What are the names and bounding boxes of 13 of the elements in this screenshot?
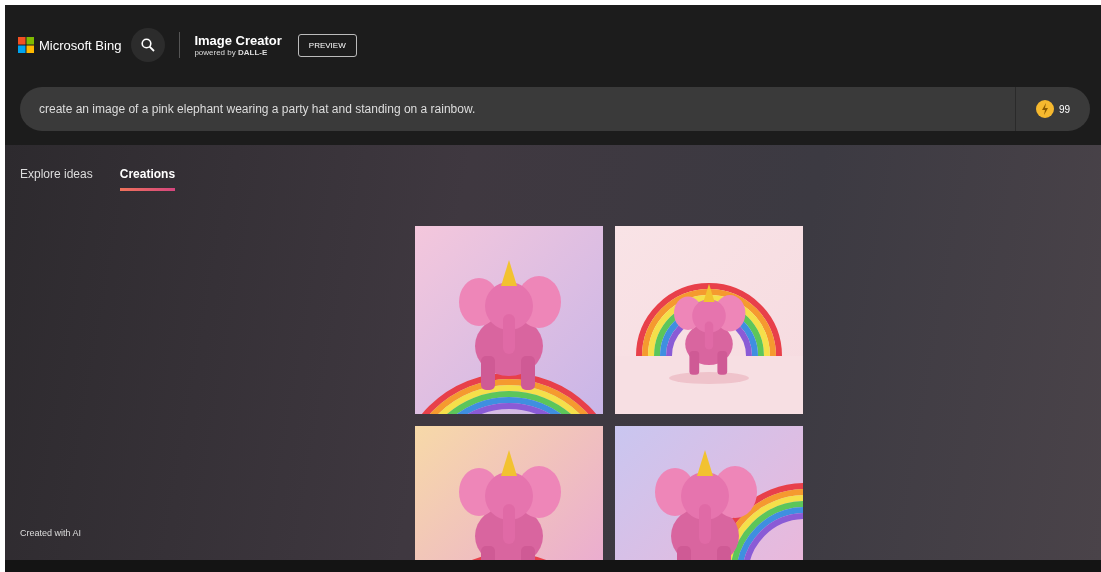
search-icon: [141, 38, 156, 52]
tab[interactable]: Creations: [119, 167, 176, 191]
windows-logo-icon: [18, 37, 34, 53]
search-button[interactable]: [131, 28, 166, 62]
bolt-coin-icon: [1035, 100, 1054, 118]
brand-name[interactable]: Microsoft Bing: [39, 37, 122, 53]
tab[interactable]: Explore ideas: [20, 167, 93, 191]
prompt-field[interactable]: create an image of a pink elephant wearing a party hat and standing on a rainbow. 99: [20, 87, 1090, 131]
preview-badge: PREVIEW: [297, 33, 357, 57]
app-title: Image Creator: [194, 33, 282, 48]
ai-note: Created with AI: [20, 528, 83, 538]
boost-count: 99: [1058, 103, 1070, 115]
app-subtitle: powered by DALL-E: [194, 48, 269, 57]
